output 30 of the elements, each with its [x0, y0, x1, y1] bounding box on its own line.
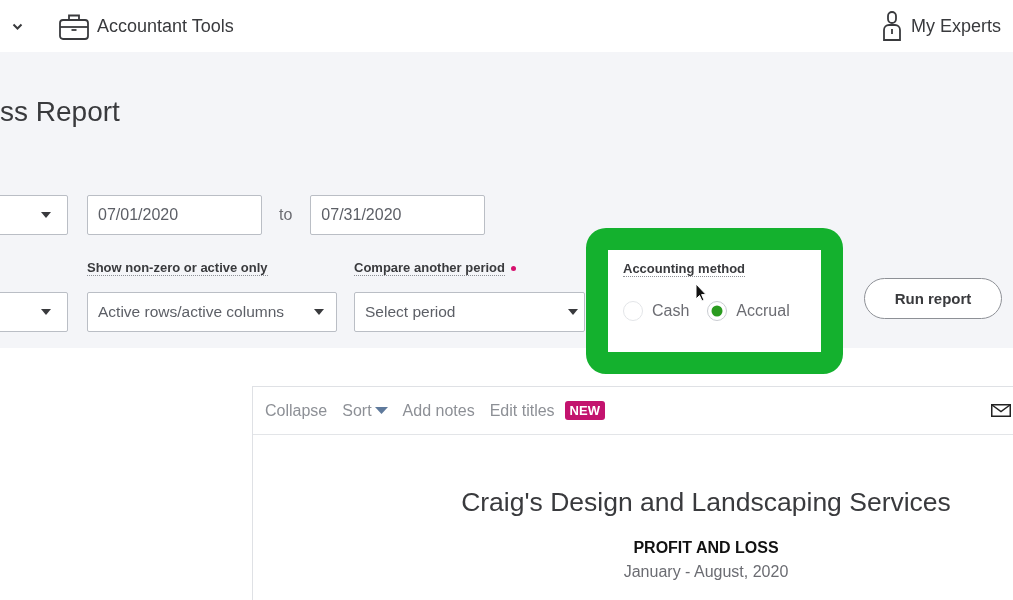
radio-button[interactable] [707, 301, 728, 321]
caret-icon [374, 407, 388, 414]
company-name: Craig's Design and Landscaping Services [461, 486, 951, 518]
my-experts-link[interactable]: My Experts [910, 15, 1001, 37]
new-badge: NEW [564, 401, 605, 420]
report-period: January - August, 2020 [623, 562, 789, 582]
field-label: Accounting method [623, 261, 746, 277]
caret-icon [314, 309, 324, 316]
field-label: Compare another period [354, 260, 505, 277]
radio-label: Accrual [736, 302, 790, 320]
run-report-button[interactable]: Run report [864, 278, 1002, 320]
date-field[interactable]: 07/01/2020 [87, 195, 262, 236]
dropdown[interactable]: Active rows/active columns [87, 292, 337, 333]
report-heading: PROFIT AND LOSS [633, 538, 779, 558]
caret-icon [568, 309, 578, 316]
envelope-icon[interactable] [991, 404, 1011, 417]
pointer-cursor-icon [695, 283, 707, 302]
radio-label: Cash [652, 302, 690, 320]
person-icon[interactable] [881, 11, 902, 41]
radio-button[interactable] [623, 301, 643, 321]
range-separator: to [279, 206, 293, 225]
accountant-tools-link[interactable]: Accountant Tools [97, 15, 234, 37]
briefcase-icon[interactable] [59, 12, 89, 40]
page-title: ss Report [0, 95, 120, 130]
date-field[interactable]: 07/31/2020 [310, 195, 486, 236]
caret-icon [41, 212, 51, 219]
field-label: Show non-zero or active only [87, 260, 268, 277]
dropdown[interactable]: Select period [354, 292, 585, 333]
caret-icon [41, 309, 51, 316]
chevron-down-icon[interactable] [12, 22, 23, 30]
